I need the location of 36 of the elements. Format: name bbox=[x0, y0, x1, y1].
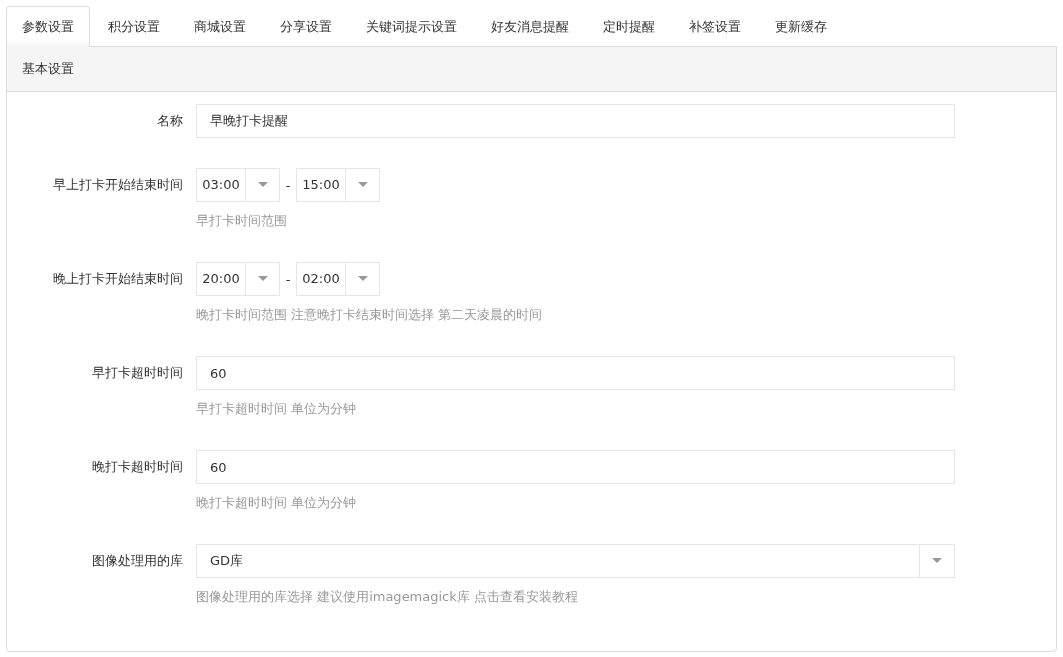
settings-tab[interactable]: 好友消息提醒 bbox=[475, 6, 585, 47]
caret-icon bbox=[257, 182, 268, 188]
field-label: 晚打卡超时时间 bbox=[91, 458, 184, 476]
field-label: 晚上打卡开始结束时间 bbox=[52, 270, 184, 288]
panel-header: 基本设置 bbox=[7, 47, 1056, 92]
time-select[interactable]: 15:00 bbox=[296, 168, 380, 202]
settings-tab[interactable]: 积分设置 bbox=[92, 6, 176, 47]
field-label: 早上打卡开始结束时间 bbox=[52, 176, 184, 194]
time-select[interactable]: 20:00 bbox=[196, 262, 280, 296]
settings-tab[interactable]: 参数设置 bbox=[6, 6, 90, 47]
text-field[interactable]: 60 bbox=[196, 356, 955, 390]
help-text: 早打卡超时时间 单位为分钟 bbox=[196, 400, 358, 418]
text-field[interactable]: 早晚打卡提醒 bbox=[196, 104, 955, 138]
help-text: 晚打卡时间范围 注意晚打卡结束时间选择 第二天凌晨的时间 bbox=[196, 306, 544, 324]
time-select[interactable]: 02:00 bbox=[296, 262, 380, 296]
settings-tab[interactable]: 定时提醒 bbox=[587, 6, 671, 47]
settings-tab[interactable]: 关键词提示设置 bbox=[350, 6, 473, 47]
field-label: 图像处理用的库 bbox=[91, 552, 184, 570]
field-label: 早打卡超时时间 bbox=[91, 364, 184, 382]
time-select[interactable]: 03:00 bbox=[196, 168, 280, 202]
caret-icon bbox=[932, 558, 942, 564]
text-field[interactable]: 60 bbox=[196, 450, 955, 484]
settings-tab[interactable]: 补签设置 bbox=[673, 6, 757, 47]
range-separator: - bbox=[284, 271, 292, 287]
help-text: 晚打卡超时时间 单位为分钟 bbox=[196, 494, 358, 512]
help-text: 早打卡时间范围 bbox=[196, 212, 288, 230]
library-select[interactable]: GD库 bbox=[196, 544, 955, 578]
range-separator: - bbox=[284, 177, 292, 193]
settings-tab[interactable]: 分享设置 bbox=[264, 6, 348, 47]
settings-tab[interactable]: 商城设置 bbox=[178, 6, 262, 47]
caret-icon bbox=[357, 276, 368, 282]
help-text: 图像处理用的库选择 建议使用imagemagick库 点击查看安装教程 bbox=[196, 588, 579, 606]
settings-tab[interactable]: 更新缓存 bbox=[759, 6, 843, 47]
field-label: 名称 bbox=[156, 112, 184, 130]
caret-icon bbox=[357, 182, 368, 188]
caret-icon bbox=[257, 276, 268, 282]
